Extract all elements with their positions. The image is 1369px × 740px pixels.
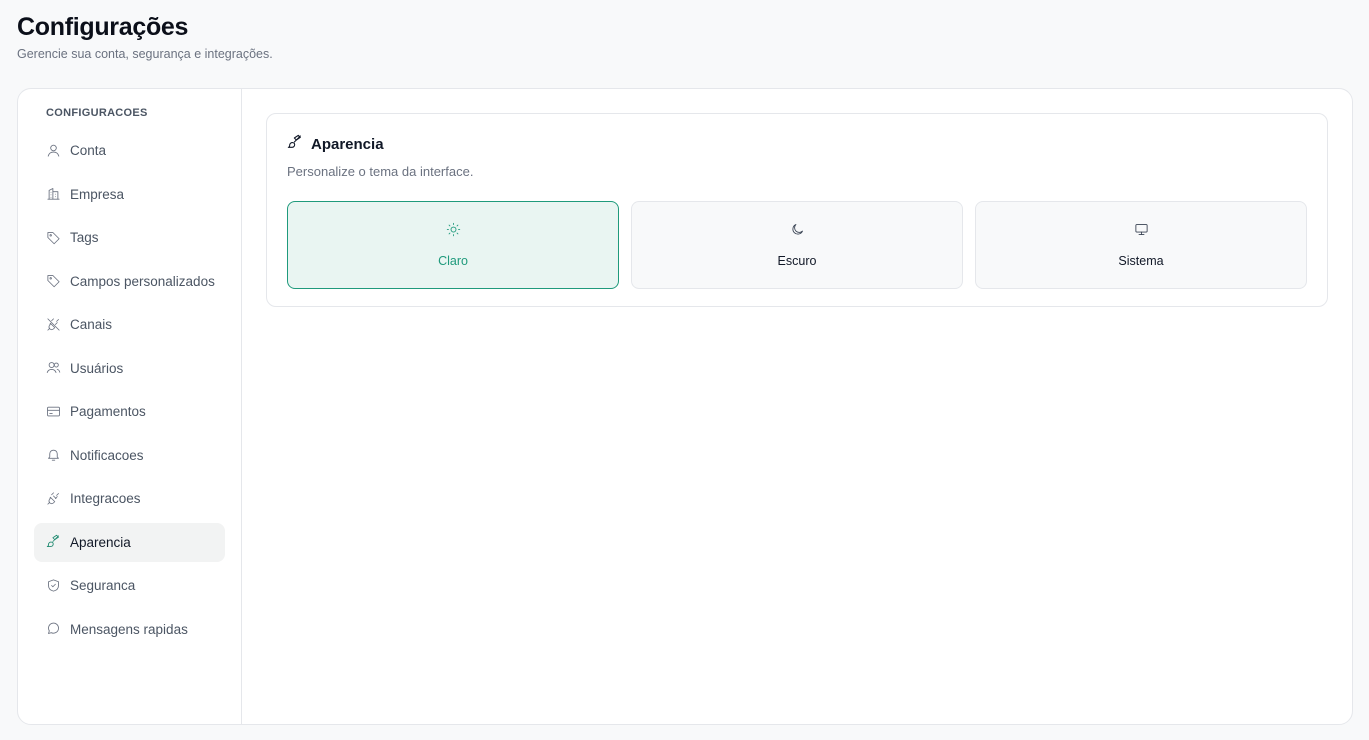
plug-off-icon bbox=[46, 317, 62, 333]
sidebar-item-label: Seguranca bbox=[70, 578, 136, 593]
card-description: Personalize o tema da interface. bbox=[287, 164, 474, 179]
sun-icon bbox=[446, 222, 461, 242]
theme-option-label: Escuro bbox=[777, 254, 817, 268]
sidebar-item-pagamentos[interactable]: Pagamentos bbox=[34, 392, 225, 431]
sidebar-item-seguranca[interactable]: Seguranca bbox=[34, 566, 225, 605]
sidebar-item-integracoes[interactable]: Integracoes bbox=[34, 479, 225, 518]
page-header: Configurações Gerencie sua conta, segura… bbox=[17, 12, 273, 61]
user-icon bbox=[46, 143, 62, 159]
credit-card-icon bbox=[46, 404, 62, 420]
theme-option-escuro[interactable]: Escuro bbox=[631, 201, 963, 289]
theme-option-label: Claro bbox=[438, 254, 468, 268]
sidebar-item-canais[interactable]: Canais bbox=[34, 305, 225, 344]
monitor-icon bbox=[1134, 222, 1149, 242]
shield-icon bbox=[46, 578, 62, 594]
sidebar-item-label: Integracoes bbox=[70, 491, 141, 506]
paintbrush-icon bbox=[46, 534, 62, 550]
theme-option-claro[interactable]: Claro bbox=[287, 201, 619, 289]
message-circle-icon bbox=[46, 621, 62, 637]
page-subtitle: Gerencie sua conta, segurança e integraç… bbox=[17, 47, 273, 61]
sidebar-item-campos-personalizados[interactable]: Campos personalizados bbox=[34, 262, 225, 301]
sidebar-item-label: Notificacoes bbox=[70, 447, 144, 463]
sidebar-item-notificacoes[interactable]: Notificacoes bbox=[34, 436, 225, 475]
users-icon bbox=[46, 360, 62, 376]
plug-icon bbox=[46, 491, 62, 507]
appearance-card: Aparencia Personalize o tema da interfac… bbox=[266, 113, 1328, 307]
settings-sidebar: CONFIGURACOES Conta Empresa Tags Campos … bbox=[18, 89, 242, 724]
sidebar-item-usuarios[interactable]: Usuários bbox=[34, 349, 225, 388]
sidebar-item-label: Mensagens rapidas bbox=[70, 621, 188, 637]
sidebar-item-conta[interactable]: Conta bbox=[34, 131, 225, 170]
tag-icon bbox=[46, 230, 62, 246]
sidebar-item-mensagens-rapidas[interactable]: Mensagens rapidas bbox=[34, 610, 225, 649]
bell-icon bbox=[46, 447, 62, 463]
sidebar-item-empresa[interactable]: Empresa bbox=[34, 175, 225, 214]
sidebar-item-label: Aparencia bbox=[70, 534, 131, 550]
moon-icon bbox=[790, 222, 805, 242]
sidebar-item-label: Pagamentos bbox=[70, 404, 146, 419]
building-icon bbox=[46, 186, 62, 202]
sidebar-item-label: Tags bbox=[70, 230, 99, 245]
sidebar-item-tags[interactable]: Tags bbox=[34, 218, 225, 257]
card-header: Aparencia bbox=[287, 134, 1307, 155]
settings-panel: CONFIGURACOES Conta Empresa Tags Campos … bbox=[17, 88, 1353, 725]
theme-options: Claro Escuro Sistema bbox=[287, 201, 1307, 289]
settings-content: Aparencia Personalize o tema da interfac… bbox=[242, 89, 1352, 724]
sidebar-item-label: Usuários bbox=[70, 360, 124, 376]
sidebar-item-aparencia[interactable]: Aparencia bbox=[34, 522, 225, 562]
theme-option-sistema[interactable]: Sistema bbox=[975, 201, 1307, 289]
card-title: Aparencia bbox=[311, 136, 384, 153]
theme-option-label: Sistema bbox=[1118, 254, 1164, 268]
sidebar-heading: CONFIGURACOES bbox=[46, 107, 148, 119]
paintbrush-icon bbox=[287, 134, 303, 155]
tag-icon bbox=[46, 273, 62, 289]
sidebar-item-label: Campos personalizados bbox=[70, 273, 215, 289]
sidebar-item-label: Canais bbox=[70, 317, 113, 332]
sidebar-item-label: Conta bbox=[70, 143, 107, 158]
sidebar-item-label: Empresa bbox=[70, 186, 125, 202]
page-title: Configurações bbox=[17, 13, 189, 41]
